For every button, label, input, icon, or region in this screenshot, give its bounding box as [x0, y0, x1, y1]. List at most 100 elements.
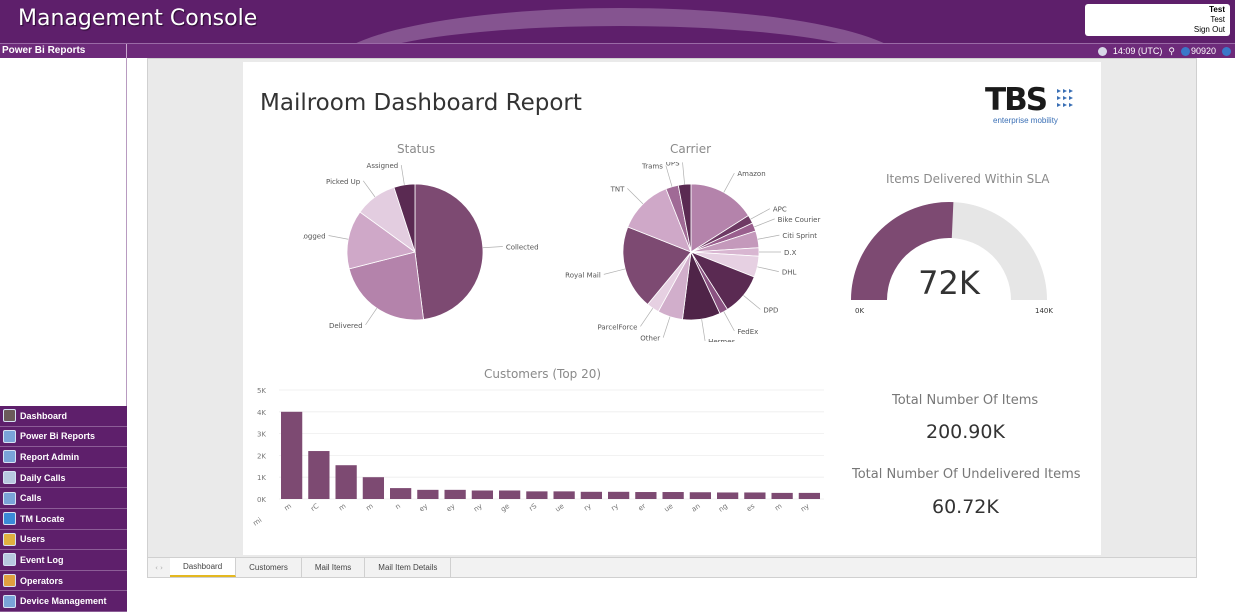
- customer-bar[interactable]: [662, 492, 684, 499]
- sidebar-item-label: TM Locate: [20, 513, 65, 524]
- bar-x-tick: ue: [554, 502, 566, 514]
- section-title: Power Bi Reports: [2, 45, 86, 56]
- pie-label: Trams: [641, 163, 663, 171]
- pie-label: ParcelForce: [597, 323, 637, 331]
- pie-leader-line: [750, 208, 771, 220]
- sign-out-link[interactable]: Sign Out: [1085, 25, 1225, 35]
- app-header: Management Console Test Test Sign Out: [0, 0, 1235, 43]
- customer-bar[interactable]: [471, 490, 494, 499]
- pie-label: Collected: [506, 243, 539, 251]
- device-icon: [3, 594, 16, 608]
- bar-x-tick: ey: [418, 502, 430, 513]
- customer-bar[interactable]: [717, 492, 739, 499]
- pie-label: Other: [640, 335, 660, 342]
- customer-bar[interactable]: [798, 492, 821, 499]
- search-icon[interactable]: ⚲: [1168, 44, 1175, 58]
- sidebar-item-label: Calls: [20, 493, 42, 504]
- gauge-min-label: 0K: [855, 307, 864, 315]
- report-viewer: Mailroom Dashboard Report TBS enterprise…: [147, 58, 1197, 578]
- sidebar-item-calls[interactable]: Calls: [0, 488, 127, 509]
- customer-bar[interactable]: [281, 411, 303, 499]
- sidebar-item-users[interactable]: Users: [0, 529, 127, 551]
- customer-bar[interactable]: [744, 492, 766, 499]
- sidebar-item-dashboard[interactable]: Dashboard: [0, 406, 127, 427]
- pie-label: DPD: [763, 306, 778, 314]
- pie-label: Assigned: [367, 162, 399, 170]
- customer-bar[interactable]: [444, 489, 466, 499]
- customer-bar[interactable]: [499, 490, 521, 499]
- tab-customers[interactable]: Customers: [236, 558, 302, 577]
- calendar-icon: [3, 471, 16, 485]
- pie-label: Delivered: [329, 322, 363, 330]
- pie-label: Hermes: [708, 338, 735, 342]
- total-items-label: Total Number Of Items: [892, 393, 1039, 408]
- tab-mail-items[interactable]: Mail Items: [302, 558, 366, 577]
- clock-time: 14:09 (UTC): [1112, 46, 1163, 56]
- bar-y-tick: 1K: [257, 474, 266, 482]
- sidebar-item-tm-locate[interactable]: TM Locate: [0, 508, 127, 530]
- bar-x-tick: rC: [309, 502, 320, 513]
- customer-bar[interactable]: [771, 492, 793, 499]
- sidebar-item-event-log[interactable]: Event Log: [0, 550, 127, 571]
- bar-y-tick: 4K: [257, 409, 266, 417]
- pie-label: APC: [773, 206, 787, 214]
- bar-x-tick: ey: [445, 502, 457, 513]
- gauge-value: 72K: [918, 264, 981, 302]
- undelivered-items-value: 60.72K: [932, 496, 999, 518]
- pie-leader-line: [757, 234, 780, 240]
- pie-label: TNT: [610, 185, 626, 193]
- pie-leader-line: [365, 308, 378, 325]
- refresh-icon[interactable]: [1222, 46, 1231, 56]
- customer-bar[interactable]: [308, 451, 330, 499]
- bar-x-tick: m: [337, 502, 347, 513]
- report-canvas: Mailroom Dashboard Report TBS enterprise…: [243, 62, 1101, 555]
- pie-leader-line: [627, 188, 644, 205]
- bar-x-tick: ny: [472, 502, 484, 513]
- report-admin-icon: [3, 450, 16, 464]
- globe-icon: [3, 512, 16, 526]
- customers-bar-chart: 5K 4K 3K 2K 1K 0K m rC m m n ey ey ny ge rS ue ry ry er ue an…: [252, 387, 824, 528]
- sidebar-item-device-management[interactable]: Device Management: [0, 591, 127, 612]
- customer-bar[interactable]: [335, 465, 357, 499]
- users-icon: [3, 532, 16, 546]
- sidebar-item-operators[interactable]: Operators: [0, 570, 127, 592]
- pie-label: Citi Sprint: [782, 232, 817, 240]
- customer-bar[interactable]: [635, 492, 657, 499]
- pie-label: D.X: [784, 249, 797, 257]
- sidebar-item-label: Dashboard: [20, 410, 68, 421]
- section-divider: [126, 44, 127, 58]
- customer-bar[interactable]: [689, 492, 712, 499]
- tab-scroll-arrows-icon[interactable]: ‹ ›: [148, 558, 170, 577]
- sidebar-nav: Dashboard Power Bi Reports Report Admin Dai…: [0, 406, 127, 612]
- tab-mail-item-details[interactable]: Mail Item Details: [365, 558, 452, 577]
- pie-label: Royal Mail: [565, 271, 601, 279]
- customer-bar[interactable]: [608, 491, 630, 499]
- header-arc-decoration: [330, 8, 910, 43]
- pie-leader-line: [723, 172, 735, 193]
- pie-leader-line: [701, 319, 706, 341]
- session-icon: [1180, 46, 1190, 56]
- pie-slice-collected[interactable]: [414, 183, 484, 320]
- pie-leader-line: [682, 162, 685, 185]
- pie-leader-line: [400, 165, 405, 185]
- customer-bar[interactable]: [362, 477, 385, 499]
- customer-bar[interactable]: [553, 491, 575, 499]
- customer-bar[interactable]: [580, 491, 603, 499]
- sidebar-item-report-admin[interactable]: Report Admin: [0, 447, 127, 468]
- tab-dashboard[interactable]: Dashboard: [170, 558, 237, 577]
- user-role: Test: [1210, 15, 1225, 24]
- customer-bar[interactable]: [390, 488, 412, 499]
- right-gutter: [1216, 58, 1235, 611]
- sidebar-item-daily-calls[interactable]: Daily Calls: [0, 467, 127, 489]
- customer-bar[interactable]: [526, 491, 548, 499]
- status-area: 14:09 (UTC) ⚲ 90920: [1097, 44, 1231, 58]
- user-panel: Test Test Sign Out: [1085, 4, 1230, 36]
- gauge-max-label: 140K: [1035, 307, 1053, 315]
- bar-x-tick: rS: [528, 502, 539, 513]
- sidebar-item-label: Report Admin: [20, 451, 80, 462]
- bar-x-tick: an: [690, 502, 702, 514]
- clock-icon: [1097, 46, 1107, 56]
- customer-bar[interactable]: [417, 489, 439, 499]
- sidebar-item-power-bi-reports[interactable]: Power Bi Reports: [0, 426, 127, 448]
- bar-y-tick: 5K: [257, 387, 266, 395]
